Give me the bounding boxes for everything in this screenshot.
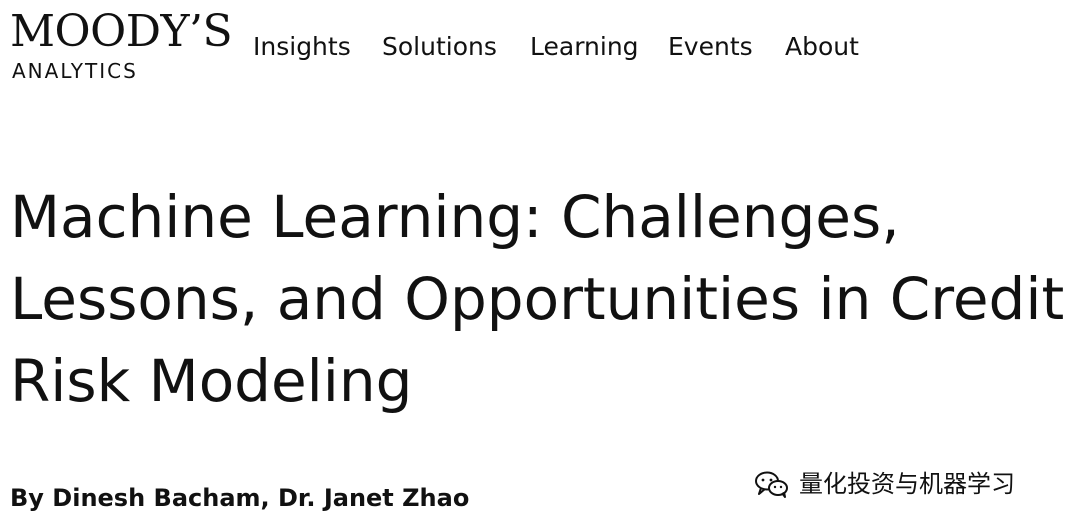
nav-events[interactable]: Events	[668, 30, 753, 64]
nav-insights[interactable]: Insights	[253, 30, 351, 64]
watermark-text: 量化投资与机器学习	[799, 470, 1015, 498]
nav-solutions[interactable]: Solutions	[382, 30, 497, 64]
wechat-watermark: 量化投资与机器学习	[753, 468, 1015, 500]
nav-about[interactable]: About	[785, 30, 859, 64]
site-header: MOODY’S ANALYTICS Insights Solutions Lea…	[0, 0, 1080, 100]
main-navigation: Insights Solutions Learning Events About	[0, 30, 1080, 64]
article-byline: By Dinesh Bacham, Dr. Janet Zhao	[10, 484, 470, 512]
wechat-icon	[755, 471, 788, 498]
article-title: Machine Learning: Challenges, Lessons, a…	[10, 183, 1065, 415]
nav-learning[interactable]: Learning	[530, 30, 639, 64]
